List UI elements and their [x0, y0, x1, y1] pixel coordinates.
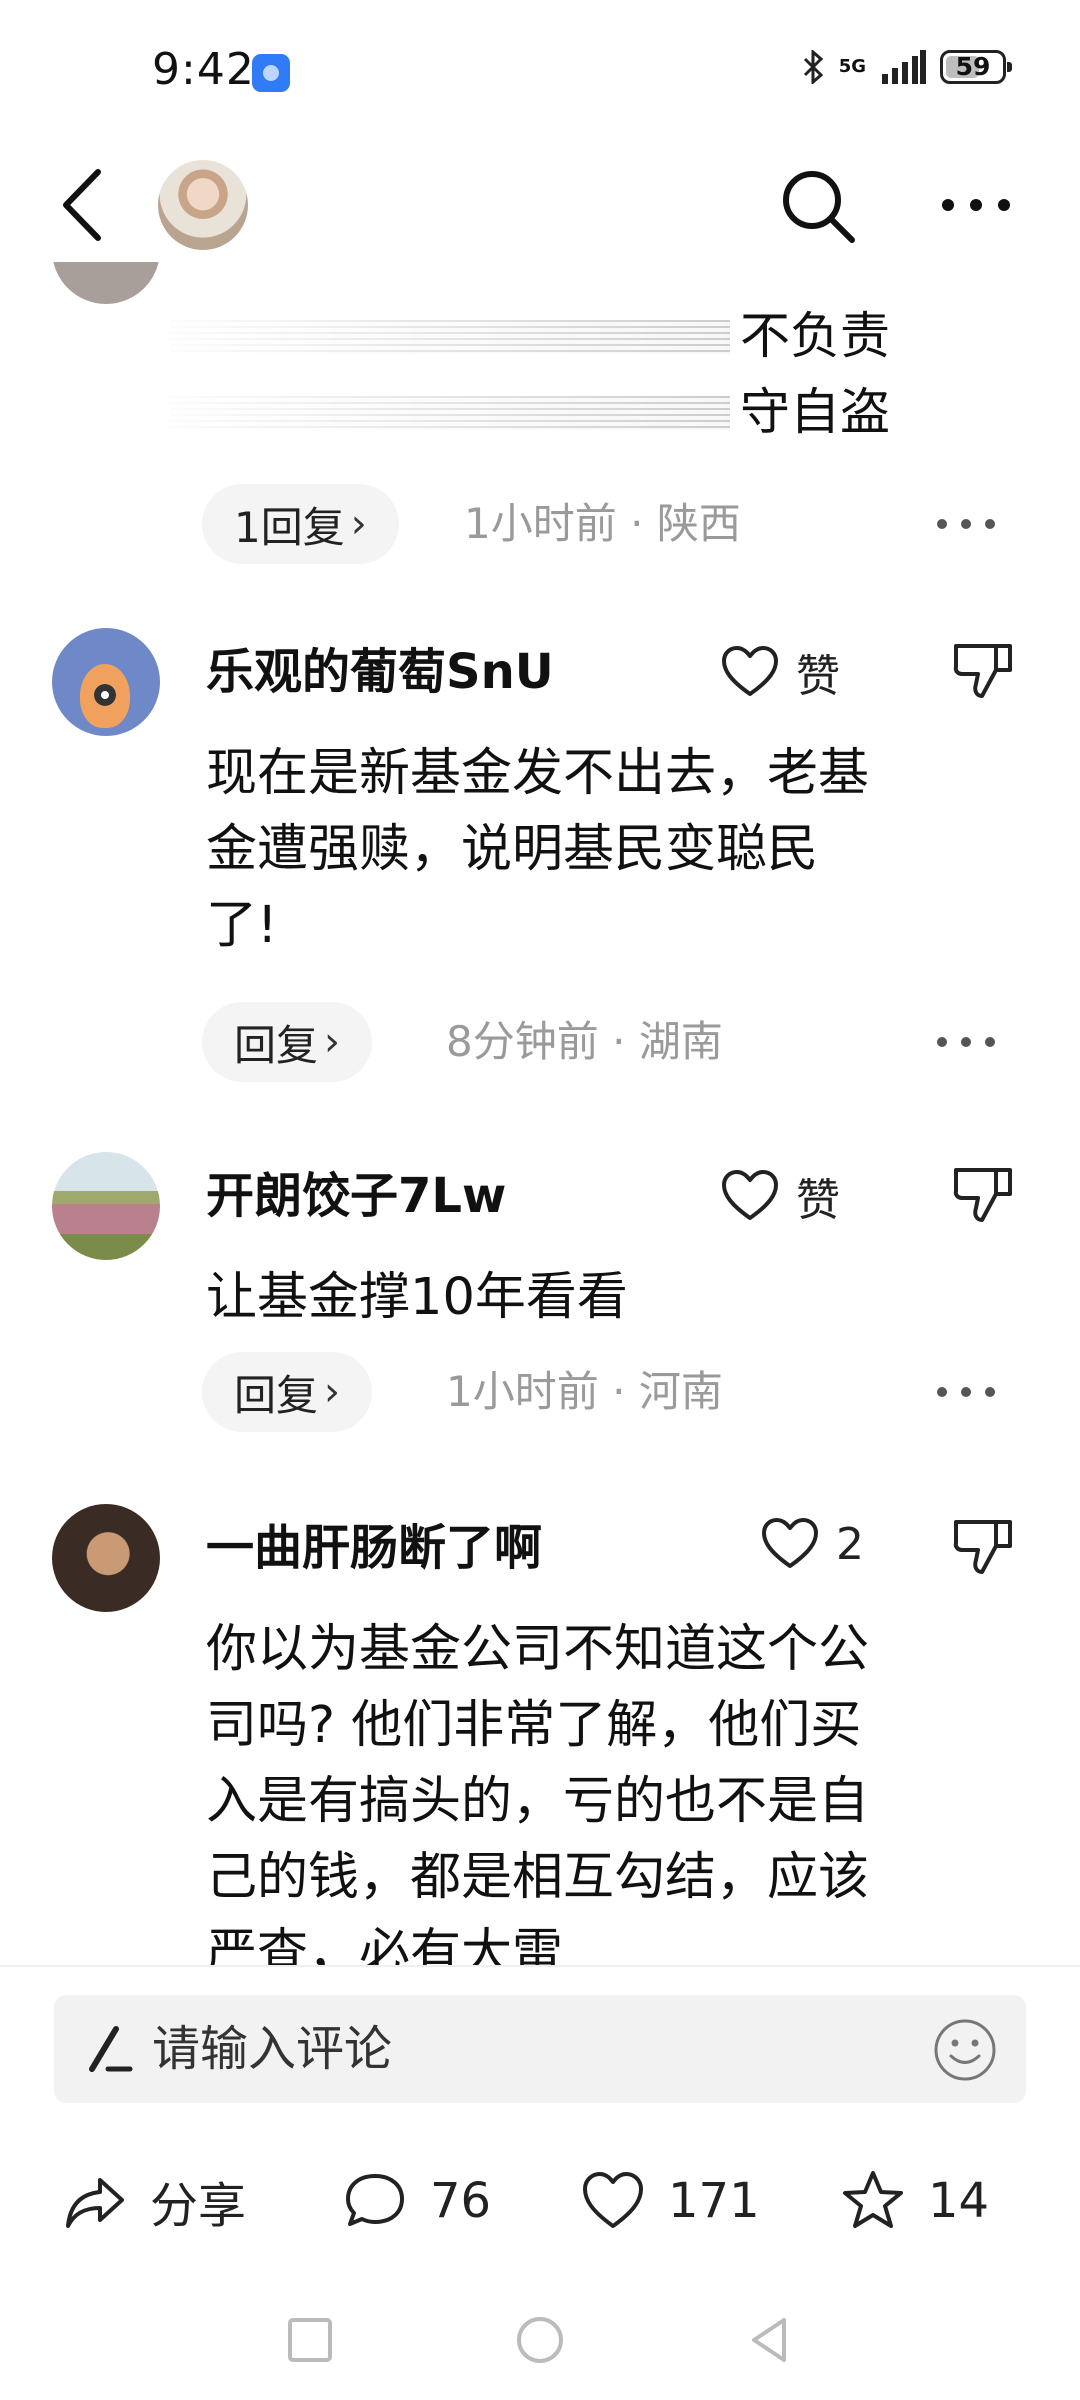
- reply-label: 回复: [234, 1020, 319, 1070]
- heart-icon: [722, 646, 778, 696]
- comment-time: 1小时前: [446, 1367, 599, 1416]
- share-label: 分享: [150, 2178, 247, 2234]
- more-options-button[interactable]: [936, 180, 1016, 230]
- comments-count: 76: [430, 2173, 492, 2229]
- comment-bubble-icon: [346, 2174, 404, 2226]
- recent-apps-button[interactable]: [280, 2310, 340, 2370]
- comment-username[interactable]: 一曲肝肠断了啊: [206, 1518, 542, 1578]
- blurred-text: [170, 320, 730, 354]
- avatar[interactable]: [52, 628, 160, 736]
- chevron-right-icon: ›: [350, 501, 367, 547]
- comment-meta: 1小时前 · 河南: [446, 1352, 723, 1432]
- pen-icon: [89, 2026, 133, 2072]
- avatar[interactable]: [52, 262, 160, 304]
- comment-meta: 1小时前 · 陕西: [464, 484, 741, 564]
- comment-text: 让基金撑10年看看: [206, 1268, 628, 1327]
- thumbs-down-icon[interactable]: [950, 1516, 1016, 1576]
- heart-icon: [722, 1170, 778, 1220]
- comments-button[interactable]: 76: [342, 2165, 491, 2237]
- home-button[interactable]: [510, 2310, 570, 2370]
- favorites-count: 14: [928, 2173, 990, 2229]
- divider: [0, 1965, 1080, 1967]
- app-notification-icon: [252, 54, 290, 92]
- meta-separator: ·: [630, 499, 644, 548]
- comment-time: 1小时前: [464, 499, 617, 548]
- system-back-button[interactable]: [740, 2310, 800, 2370]
- star-icon: [843, 2171, 903, 2228]
- heart-icon: [762, 1518, 818, 1568]
- likes-button[interactable]: 171: [580, 2165, 760, 2237]
- chevron-right-icon: ›: [324, 1369, 341, 1415]
- comment-text: 你以为基金公司不知道这个公 司吗? 他们非常了解，他们买 入是有搞头的，亏的也不…: [206, 1620, 870, 1965]
- smiley-icon[interactable]: [932, 2017, 998, 2083]
- comment-more-button[interactable]: [930, 1002, 1002, 1082]
- favorite-button[interactable]: 14: [840, 2165, 989, 2237]
- search-icon[interactable]: [776, 160, 860, 250]
- comment-list[interactable]: 不负责 守自盗 1回复 › 1小时前 · 陕西 乐观的葡萄SnU 赞 现在是新基…: [0, 262, 1080, 1965]
- status-indicators: 5G 59: [801, 50, 1012, 84]
- chevron-right-icon: ›: [324, 1019, 341, 1065]
- battery-icon: 59: [940, 50, 1012, 84]
- reply-button[interactable]: 回复 ›: [202, 1352, 373, 1432]
- meta-separator: ·: [612, 1017, 626, 1066]
- signal-icon: [882, 50, 926, 84]
- like-button[interactable]: 2: [760, 1516, 864, 1572]
- like-count: 2: [836, 1518, 864, 1570]
- bluetooth-icon: [803, 50, 823, 84]
- share-arrow-icon: [66, 2178, 124, 2228]
- blurred-text: [170, 396, 730, 430]
- comment-username[interactable]: 乐观的葡萄SnU: [206, 642, 554, 702]
- meta-separator: ·: [612, 1367, 626, 1416]
- like-button[interactable]: 赞: [720, 1164, 840, 1228]
- share-button[interactable]: 分享: [62, 2165, 246, 2237]
- back-button[interactable]: [54, 160, 114, 250]
- like-label: 赞: [796, 651, 840, 702]
- battery-percent: 59: [955, 52, 991, 81]
- heart-icon: [583, 2172, 643, 2228]
- author-avatar[interactable]: [158, 160, 248, 250]
- comment-location: 河南: [638, 1367, 723, 1416]
- reply-label: 回复: [234, 1370, 319, 1420]
- comment-input[interactable]: 请输入评论: [54, 1995, 1026, 2103]
- like-label: 赞: [796, 1175, 840, 1226]
- comment-username[interactable]: 开朗饺子7Lw: [206, 1166, 506, 1226]
- comment-meta: 8分钟前 · 湖南: [446, 1002, 723, 1082]
- reply-button[interactable]: 1回复 ›: [202, 484, 399, 564]
- reply-label: 1回复: [234, 502, 345, 552]
- status-time: 9:42: [152, 44, 255, 95]
- comment-more-button[interactable]: [930, 484, 1002, 564]
- comment-text-line: 守自盗: [740, 383, 890, 441]
- like-button[interactable]: 赞: [720, 640, 840, 704]
- network-type: 5G: [838, 56, 866, 77]
- comment-more-button[interactable]: [930, 1352, 1002, 1432]
- reply-button[interactable]: 回复 ›: [202, 1002, 373, 1082]
- thumbs-down-icon[interactable]: [950, 1164, 1016, 1224]
- avatar[interactable]: [52, 1504, 160, 1612]
- avatar[interactable]: [52, 1152, 160, 1260]
- comment-time: 8分钟前: [446, 1017, 599, 1066]
- likes-count: 171: [668, 2173, 760, 2229]
- comment-text-line: 不负责: [740, 307, 890, 365]
- comment-location: 湖南: [638, 1017, 723, 1066]
- comment-location: 陕西: [656, 499, 741, 548]
- input-placeholder: 请输入评论: [152, 2021, 393, 2077]
- comment-text: 现在是新基金发不出去，老基 金遭强赎，说明基民变聪民 了!: [206, 744, 870, 955]
- thumbs-down-icon[interactable]: [950, 640, 1016, 700]
